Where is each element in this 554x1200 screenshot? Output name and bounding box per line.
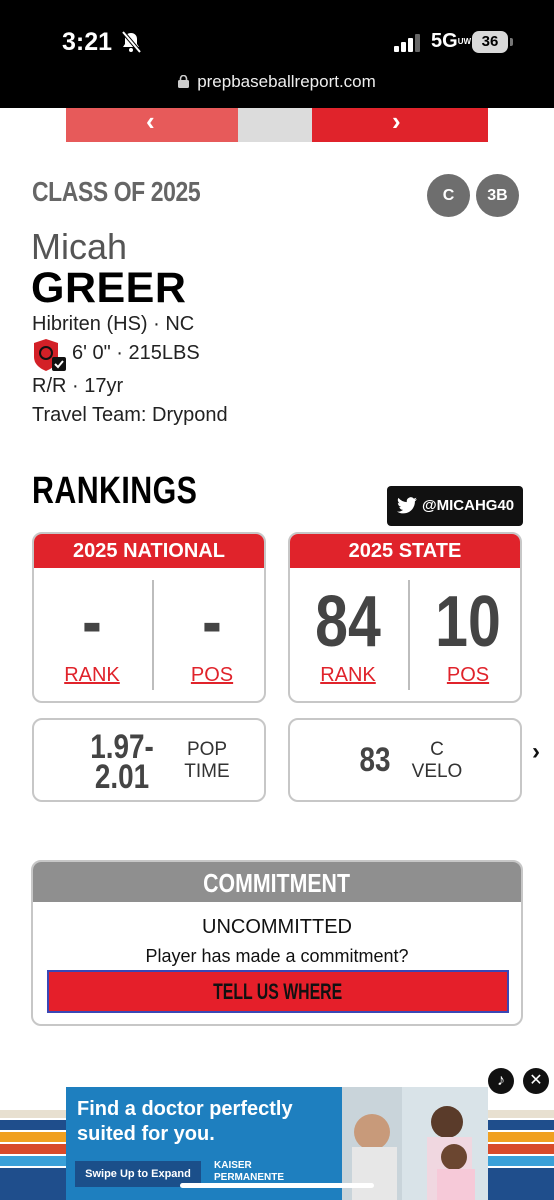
home-indicator	[180, 1183, 374, 1188]
ad-headline: Find a doctor perfectly suited for you.	[77, 1098, 293, 1145]
tell-us-where-button[interactable]: TELL US WHERE	[47, 970, 509, 1013]
national-rank-link[interactable]: RANK	[34, 664, 150, 687]
player-first-name: Micah	[31, 226, 128, 267]
rankings-title: RANKINGS	[32, 470, 198, 512]
national-pos-link[interactable]: POS	[154, 664, 264, 687]
c-velo-value: 83	[359, 741, 391, 779]
national-pos: - POS	[154, 568, 264, 701]
url-text: prepbaseballreport.com	[197, 72, 376, 91]
position-badge-c: C	[427, 174, 470, 217]
c-velo-label: C VELO	[411, 739, 463, 782]
battery-tip	[510, 38, 513, 46]
commitment-header: COMMITMENT	[33, 862, 521, 902]
battery-icon: 36	[472, 31, 508, 53]
twitter-handle: @MICAHG40	[422, 497, 515, 514]
chevron-right-icon[interactable]: ›	[392, 108, 401, 134]
url-bar[interactable]: prepbaseballreport.com	[0, 72, 554, 92]
ad-info-icon[interactable]: ♪	[488, 1068, 514, 1094]
state-rank-value: 84	[315, 582, 381, 662]
national-pos-value: -	[202, 582, 222, 662]
twitter-handle-button[interactable]: @MICAHG40	[387, 486, 523, 526]
player-travel-team: Travel Team: Drypond	[32, 404, 228, 426]
national-ranking-card: 2025 NATIONAL - RANK - POS	[32, 532, 266, 703]
chevron-right-icon[interactable]: ›	[532, 738, 540, 766]
state-pos: 10 POS	[410, 568, 520, 701]
signal-icon	[394, 34, 420, 52]
clock: 3:21	[62, 28, 113, 56]
chevron-left-icon[interactable]: ‹	[146, 108, 155, 134]
player-school: Hibriten (HS) · NC	[32, 313, 195, 335]
pop-time-label: POP TIME	[184, 739, 230, 782]
state-pos-value: 10	[435, 582, 501, 662]
class-label: CLASS OF 2025	[32, 176, 201, 207]
national-rank: - RANK	[34, 568, 150, 701]
player-measurements: 6' 0" · 215LBS	[72, 342, 200, 364]
state-rank-link[interactable]: RANK	[290, 664, 406, 687]
state-ranking-card: 2025 STATE 84 RANK 10 POS	[288, 532, 522, 703]
state-rank: 84 RANK	[290, 568, 406, 701]
status-bar: 3:21 5GUW 36 prepbaseballreport.com	[0, 0, 554, 108]
commitment-question: Player has made a commitment?	[145, 946, 409, 966]
position-badge-3b: 3B	[476, 174, 519, 217]
network-indicator: 5GUW	[431, 30, 472, 52]
ad-close-icon[interactable]: ✕	[523, 1068, 549, 1094]
twitter-icon	[397, 497, 417, 514]
commitment-card: COMMITMENT UNCOMMITTED Player has made a…	[31, 860, 523, 1026]
pop-time-value: 1.97- 2.01	[90, 728, 154, 796]
bell-muted-icon	[121, 30, 142, 54]
player-last-name: GREER	[31, 264, 187, 312]
commitment-status: UNCOMMITTED	[202, 916, 352, 938]
photo-carousel[interactable]: ‹ ›	[66, 108, 488, 142]
lock-icon	[178, 75, 190, 88]
team-logo-icon	[34, 339, 66, 371]
national-ranking-header: 2025 NATIONAL	[34, 534, 264, 568]
c-velo-card: 83 C VELO	[288, 718, 522, 802]
state-pos-link[interactable]: POS	[410, 664, 520, 687]
pop-time-card: 1.97- 2.01 POP TIME	[32, 718, 266, 802]
player-bats-throws-age: R/R · 17yr	[32, 375, 124, 397]
ad-brand-logo: KAISER PERMANENTE	[214, 1160, 285, 1183]
national-rank-value: -	[82, 582, 102, 662]
state-ranking-header: 2025 STATE	[290, 534, 520, 568]
